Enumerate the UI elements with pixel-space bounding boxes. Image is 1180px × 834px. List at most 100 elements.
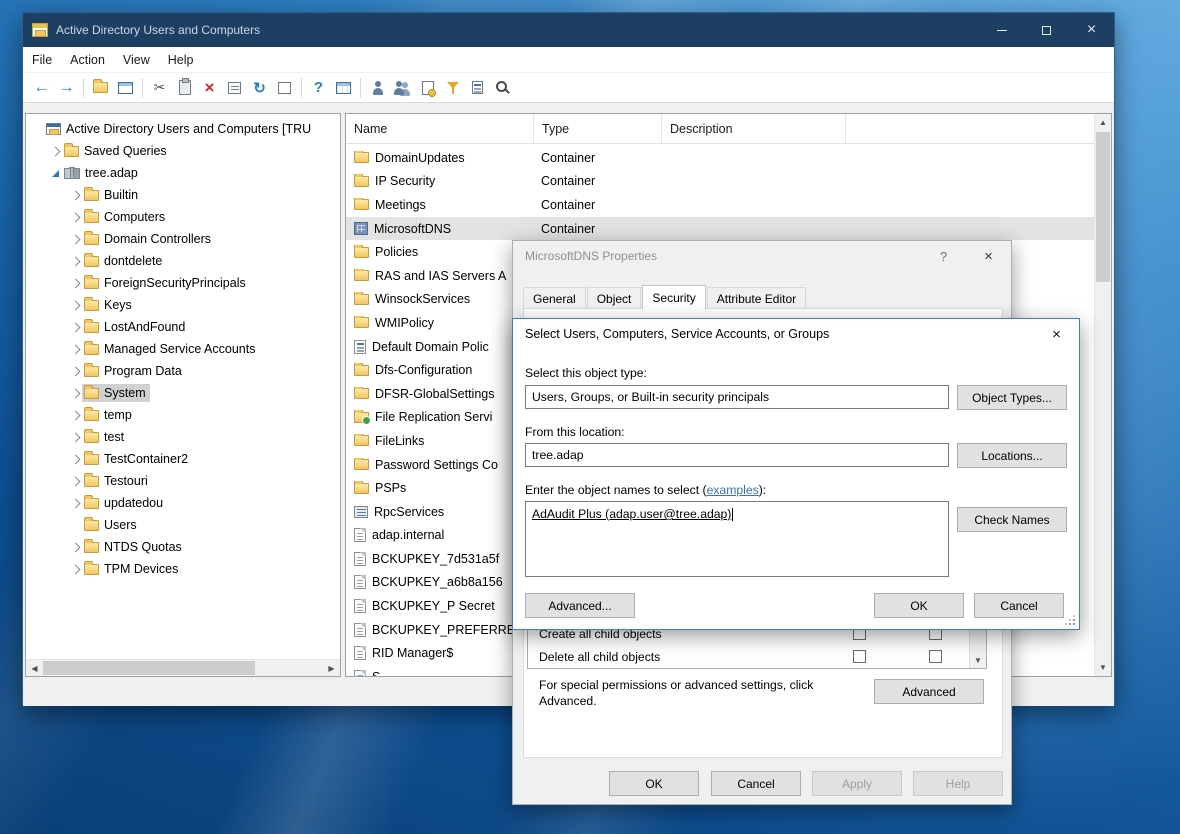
tree-item-root[interactable]: Active Directory Users and Computers [TR… — [26, 118, 340, 140]
chevron-right-icon[interactable] — [68, 236, 82, 243]
chevron-right-icon[interactable] — [68, 280, 82, 287]
export-list-icon[interactable] — [272, 76, 297, 100]
list-vertical-scrollbar[interactable]: ▲ ▼ — [1094, 114, 1111, 676]
chevron-right-icon[interactable] — [68, 258, 82, 265]
maximize-button[interactable] — [1024, 13, 1069, 47]
tree-item-users[interactable]: Users — [26, 514, 340, 536]
navigate-folder-icon[interactable] — [88, 76, 113, 100]
menu-file[interactable]: File — [23, 47, 61, 72]
tree-horizontal-scrollbar[interactable]: ◀ ▶ — [26, 659, 340, 676]
deny-checkbox[interactable] — [929, 650, 942, 663]
refresh-icon[interactable]: ↻ — [247, 76, 272, 100]
close-button[interactable]: × — [1069, 13, 1114, 47]
forward-icon[interactable]: → — [54, 76, 79, 100]
chevron-right-icon[interactable] — [68, 566, 82, 573]
scroll-down-icon[interactable]: ▼ — [1095, 659, 1111, 676]
chevron-right-icon[interactable] — [68, 456, 82, 463]
chevron-right-icon[interactable] — [68, 302, 82, 309]
object-type-field[interactable]: Users, Groups, or Built-in security prin… — [525, 385, 949, 409]
tab-general[interactable]: General — [523, 287, 586, 309]
column-header-name[interactable]: Name — [346, 114, 534, 143]
tree-item-temp[interactable]: temp — [26, 404, 340, 426]
cancel-button[interactable]: Cancel — [711, 771, 801, 796]
locations-button[interactable]: Locations... — [957, 443, 1067, 468]
chevron-right-icon[interactable] — [68, 192, 82, 199]
tree-item-dontdelete[interactable]: dontdelete — [26, 250, 340, 272]
tree-item-testcontainer2[interactable]: TestContainer2 — [26, 448, 340, 470]
chevron-right-icon[interactable] — [68, 324, 82, 331]
ok-button[interactable]: OK — [874, 593, 964, 618]
scrollbar-thumb[interactable] — [43, 661, 255, 675]
scrollbar-thumb[interactable] — [1096, 132, 1110, 282]
tab-attribute-editor[interactable]: Attribute Editor — [707, 287, 806, 309]
find-icon[interactable] — [490, 76, 515, 100]
column-header-description[interactable]: Description — [662, 114, 846, 143]
check-names-button[interactable]: Check Names — [957, 507, 1067, 532]
scroll-right-icon[interactable]: ▶ — [323, 660, 340, 676]
chevron-down-icon[interactable] — [48, 170, 62, 177]
tree-item-lostandfound[interactable]: LostAndFound — [26, 316, 340, 338]
tab-object[interactable]: Object — [587, 287, 642, 309]
scroll-down-icon[interactable]: ▼ — [970, 652, 986, 668]
chevron-right-icon[interactable] — [48, 148, 62, 155]
tree-item-keys[interactable]: Keys — [26, 294, 340, 316]
object-types-button[interactable]: Object Types... — [957, 385, 1067, 410]
chevron-right-icon[interactable] — [68, 478, 82, 485]
tab-security[interactable]: Security — [642, 285, 705, 309]
tree-item-computers[interactable]: Computers — [26, 206, 340, 228]
dialog-help-button[interactable]: ? — [921, 241, 966, 271]
dialog-close-button[interactable]: × — [966, 241, 1011, 271]
cancel-button[interactable]: Cancel — [974, 593, 1064, 618]
policy-icon[interactable] — [465, 76, 490, 100]
menu-action[interactable]: Action — [61, 47, 114, 72]
new-ou-icon[interactable] — [415, 76, 440, 100]
tree-item-tpm-devices[interactable]: TPM Devices — [26, 558, 340, 580]
advanced-button[interactable]: Advanced... — [525, 593, 635, 618]
advanced-button[interactable]: Advanced — [874, 679, 984, 704]
tree-item-system[interactable]: System — [26, 382, 340, 404]
apply-button[interactable]: Apply — [812, 771, 902, 796]
tree-item-test[interactable]: test — [26, 426, 340, 448]
tree-item-program-data[interactable]: Program Data — [26, 360, 340, 382]
chevron-right-icon[interactable] — [68, 544, 82, 551]
add-group-icon[interactable] — [390, 76, 415, 100]
help-icon[interactable]: ? — [306, 76, 331, 100]
tree-item-domain-controllers[interactable]: Domain Controllers — [26, 228, 340, 250]
chevron-right-icon[interactable] — [68, 390, 82, 397]
properties-icon[interactable] — [222, 76, 247, 100]
object-names-input[interactable]: AdAudit Plus (adap.user@tree.adap) — [525, 501, 949, 577]
tree-item-ntds-quotas[interactable]: NTDS Quotas — [26, 536, 340, 558]
tree-item-saved-queries[interactable]: Saved Queries — [26, 140, 340, 162]
permission-row-delete[interactable]: Delete all child objects — [528, 645, 986, 668]
chevron-right-icon[interactable] — [68, 434, 82, 441]
add-user-icon[interactable] — [365, 76, 390, 100]
tree-item-testouri[interactable]: Testouri — [26, 470, 340, 492]
scroll-left-icon[interactable]: ◀ — [26, 660, 43, 676]
location-field[interactable]: tree.adap — [525, 443, 949, 467]
examples-link[interactable]: examples — [707, 483, 759, 497]
list-item-ip-security[interactable]: IP SecurityContainer — [346, 170, 1094, 194]
chevron-right-icon[interactable] — [68, 368, 82, 375]
list-item-microsoftdns[interactable]: MicrosoftDNSContainer — [346, 217, 1094, 241]
ok-button[interactable]: OK — [609, 771, 699, 796]
delete-icon[interactable]: × — [197, 76, 222, 100]
resize-grip[interactable] — [1064, 614, 1076, 626]
menu-help[interactable]: Help — [159, 47, 203, 72]
tree-item-domain[interactable]: tree.adap — [26, 162, 340, 184]
console-grid-icon[interactable] — [331, 76, 356, 100]
allow-checkbox[interactable] — [853, 650, 866, 663]
tree-item-managed-service-accounts[interactable]: Managed Service Accounts — [26, 338, 340, 360]
list-item-domainupdates[interactable]: DomainUpdatesContainer — [346, 146, 1094, 170]
tree-item-updatedou[interactable]: updatedou — [26, 492, 340, 514]
chevron-right-icon[interactable] — [68, 346, 82, 353]
cut-icon[interactable]: ✂ — [147, 76, 172, 100]
tree-item-builtin[interactable]: Builtin — [26, 184, 340, 206]
paste-icon[interactable] — [172, 76, 197, 100]
list-item-meetings[interactable]: MeetingsContainer — [346, 193, 1094, 217]
chevron-right-icon[interactable] — [68, 214, 82, 221]
tree-item-foreign-security-principals[interactable]: ForeignSecurityPrincipals — [26, 272, 340, 294]
console-window-icon[interactable] — [113, 76, 138, 100]
chevron-right-icon[interactable] — [68, 500, 82, 507]
menu-view[interactable]: View — [114, 47, 159, 72]
scroll-up-icon[interactable]: ▲ — [1095, 114, 1111, 131]
